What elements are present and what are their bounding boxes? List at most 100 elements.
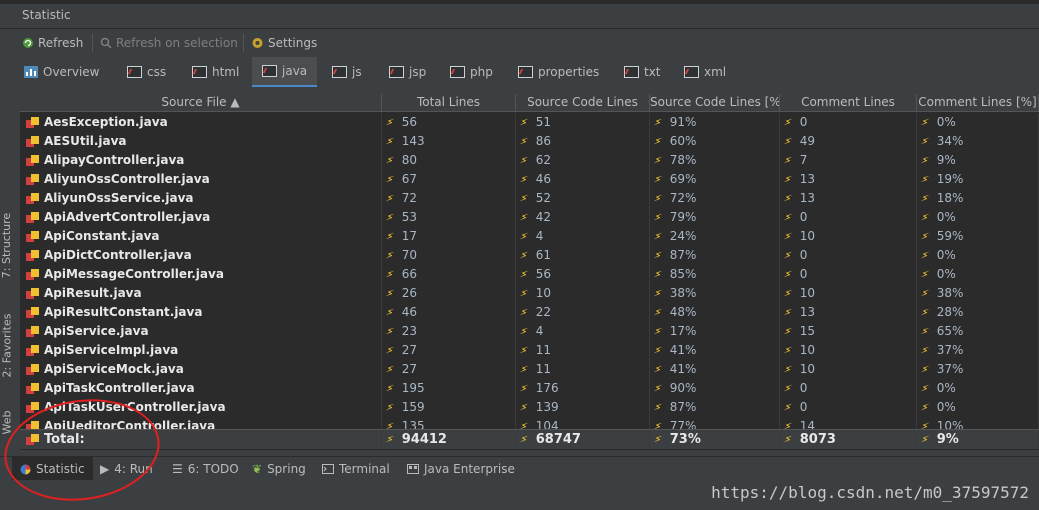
- java-enterprise-label: Java Enterprise: [424, 462, 515, 476]
- tab-xml[interactable]: xml: [674, 57, 736, 87]
- table-row[interactable]: ApiService.java ⚡ 23 ⚡ 4 ⚡ 17% ⚡ 15 ⚡ 65%: [20, 322, 1039, 341]
- todo-tool-button[interactable]: ☰ 6: TODO: [172, 457, 239, 481]
- table-row[interactable]: AesException.java ⚡ 56 ⚡ 51 ⚡ 91% ⚡ 0 ⚡ 0%: [20, 113, 1039, 132]
- cell-total-lines: ⚡ 72: [382, 189, 516, 208]
- java-file-icon: [26, 287, 39, 300]
- settings-button[interactable]: Settings: [251, 34, 317, 52]
- metric-icon: ⚡: [384, 432, 396, 447]
- tab-label: js: [352, 65, 362, 79]
- cell-comment-lines: ⚡ 7: [780, 151, 917, 170]
- metric-icon: ⚡: [652, 305, 664, 320]
- java-enterprise-tool-button[interactable]: Java Enterprise: [407, 457, 515, 481]
- cell-comment-lines: ⚡ 0: [780, 208, 917, 227]
- metric-icon: ⚡: [782, 362, 794, 377]
- cell-comment-lines: ⚡ 0: [780, 379, 917, 398]
- cell-source-code-percent: ⚡ 41%: [650, 341, 780, 360]
- metric-icon: ⚡: [652, 324, 664, 339]
- table-row[interactable]: ApiConstant.java ⚡ 17 ⚡ 4 ⚡ 24% ⚡ 10 ⚡ 59%: [20, 227, 1039, 246]
- tab-java[interactable]: java: [252, 57, 318, 87]
- cell-source-file: AliyunOssController.java: [20, 170, 382, 189]
- metric-icon: ⚡: [518, 267, 530, 282]
- run-icon: ▶: [100, 462, 110, 476]
- column-header-source-code-percent[interactable]: Source Code Lines [%]: [650, 94, 780, 112]
- table-row[interactable]: AESUtil.java ⚡ 143 ⚡ 86 ⚡ 60% ⚡ 49 ⚡ 34%: [20, 132, 1039, 151]
- favorites-tool-button[interactable]: 2: Favorites: [0, 300, 14, 390]
- tab-properties[interactable]: properties: [508, 57, 609, 87]
- table-row[interactable]: ApiDictController.java ⚡ 70 ⚡ 61 ⚡ 87% ⚡ 0 ⚡ 0%: [20, 246, 1039, 265]
- table-row[interactable]: ApiTaskController.java ⚡ 195 ⚡ 176 ⚡ 90% ⚡ 0 ⚡ 0%: [20, 379, 1039, 398]
- cell-comment-percent: ⚡ 28%: [917, 303, 1039, 322]
- cell-total-lines: ⚡ 143: [382, 132, 516, 151]
- metric-icon: ⚡: [652, 362, 664, 377]
- terminal-tool-button[interactable]: Terminal: [322, 457, 390, 481]
- spring-tool-button[interactable]: ❦ Spring: [252, 457, 306, 481]
- metric-icon: ⚡: [782, 305, 794, 320]
- java-file-icon: [26, 249, 39, 262]
- tab-txt[interactable]: txt: [614, 57, 671, 87]
- metric-icon: ⚡: [384, 381, 396, 396]
- column-header-source-code-lines[interactable]: Source Code Lines: [516, 94, 650, 112]
- cell-comment-lines: ⚡ 0: [780, 398, 917, 417]
- table-row[interactable]: ApiAdvertController.java ⚡ 53 ⚡ 42 ⚡ 79% ⚡ 0 ⚡ 0%: [20, 208, 1039, 227]
- metric-icon: ⚡: [652, 153, 664, 168]
- column-header-comment-percent[interactable]: Comment Lines [%]: [917, 94, 1039, 112]
- run-tool-button[interactable]: ▶ 4: Run: [100, 457, 153, 481]
- tab-js[interactable]: js: [322, 57, 372, 87]
- cell-comment-percent: ⚡ 37%: [917, 360, 1039, 379]
- metric-icon: ⚡: [652, 115, 664, 130]
- cell-total-lines: ⚡ 67: [382, 170, 516, 189]
- java-file-icon: [26, 211, 39, 224]
- table-row[interactable]: ApiMessageController.java ⚡ 66 ⚡ 56 ⚡ 85% ⚡ 0 ⚡ 0%: [20, 265, 1039, 284]
- metric-icon: ⚡: [384, 286, 396, 301]
- cell-total-lines: ⚡ 23: [382, 322, 516, 341]
- metric-icon: ⚡: [652, 191, 664, 206]
- metric-icon: ⚡: [782, 153, 794, 168]
- refresh-button[interactable]: Refresh: [22, 34, 83, 52]
- column-header-source-file[interactable]: Source File ▲: [20, 94, 382, 112]
- metric-icon: ⚡: [919, 324, 931, 339]
- metric-icon: ⚡: [652, 210, 664, 225]
- table-row[interactable]: ApiResultConstant.java ⚡ 46 ⚡ 22 ⚡ 48% ⚡ 13 ⚡ 28%: [20, 303, 1039, 322]
- cell-source-code-percent: ⚡ 69%: [650, 170, 780, 189]
- refresh-icon: [23, 38, 33, 48]
- tab-html[interactable]: html: [182, 57, 249, 87]
- table-row[interactable]: AliyunOssService.java ⚡ 72 ⚡ 52 ⚡ 72% ⚡ 13 ⚡ 18%: [20, 189, 1039, 208]
- refresh-on-selection-label: Refresh on selection: [116, 36, 238, 50]
- metric-icon: ⚡: [518, 172, 530, 187]
- chart-icon: [332, 66, 347, 78]
- metric-icon: ⚡: [919, 267, 931, 282]
- table-row[interactable]: ApiTaskUserController.java ⚡ 159 ⚡ 139 ⚡ 87% ⚡ 0…: [20, 398, 1039, 417]
- web-tool-button[interactable]: Web: [0, 395, 14, 450]
- cell-source-code-lines: ⚡ 11: [516, 341, 650, 360]
- java-file-icon: [26, 433, 39, 446]
- cell-comment-percent: ⚡ 18%: [917, 189, 1039, 208]
- metric-icon: ⚡: [652, 134, 664, 149]
- metric-icon: ⚡: [384, 172, 396, 187]
- metric-icon: ⚡: [782, 432, 794, 447]
- statistic-tool-button[interactable]: Statistic: [12, 457, 93, 481]
- refresh-on-selection-button[interactable]: Refresh on selection: [100, 34, 238, 52]
- cell-source-code-lines: ⚡ 61: [516, 246, 650, 265]
- cell-source-code-lines: ⚡ 62: [516, 151, 650, 170]
- total-total-lines: ⚡ 94412: [382, 430, 516, 449]
- structure-tool-button[interactable]: 7: Structure: [0, 200, 14, 290]
- table-row[interactable]: ApiServiceMock.java ⚡ 27 ⚡ 11 ⚡ 41% ⚡ 10 ⚡ 37%: [20, 360, 1039, 379]
- todo-icon: ☰: [172, 462, 183, 476]
- tab-css[interactable]: css: [117, 57, 176, 87]
- table-row[interactable]: AlipayController.java ⚡ 80 ⚡ 62 ⚡ 78% ⚡ 7 ⚡ 9%: [20, 151, 1039, 170]
- metric-icon: ⚡: [518, 191, 530, 206]
- cell-source-code-percent: ⚡ 72%: [650, 189, 780, 208]
- table-row[interactable]: AliyunOssController.java ⚡ 67 ⚡ 46 ⚡ 69% ⚡ 13 ⚡ 19…: [20, 170, 1039, 189]
- tab-overview[interactable]: Overview: [14, 57, 110, 87]
- column-header-comment-lines[interactable]: Comment Lines: [780, 94, 917, 112]
- cell-total-lines: ⚡ 17: [382, 227, 516, 246]
- column-header-total-lines[interactable]: Total Lines: [382, 94, 516, 112]
- cell-source-code-percent: ⚡ 24%: [650, 227, 780, 246]
- cell-source-code-lines: ⚡ 4: [516, 322, 650, 341]
- table-row[interactable]: ApiResult.java ⚡ 26 ⚡ 10 ⚡ 38% ⚡ 10 ⚡ 38%: [20, 284, 1039, 303]
- table-row[interactable]: ApiServiceImpl.java ⚡ 27 ⚡ 11 ⚡ 41% ⚡ 10 ⚡ 37%: [20, 341, 1039, 360]
- tab-jsp[interactable]: jsp: [379, 57, 436, 87]
- metric-icon: ⚡: [919, 153, 931, 168]
- cell-source-code-lines: ⚡ 56: [516, 265, 650, 284]
- tab-php[interactable]: php: [440, 57, 503, 87]
